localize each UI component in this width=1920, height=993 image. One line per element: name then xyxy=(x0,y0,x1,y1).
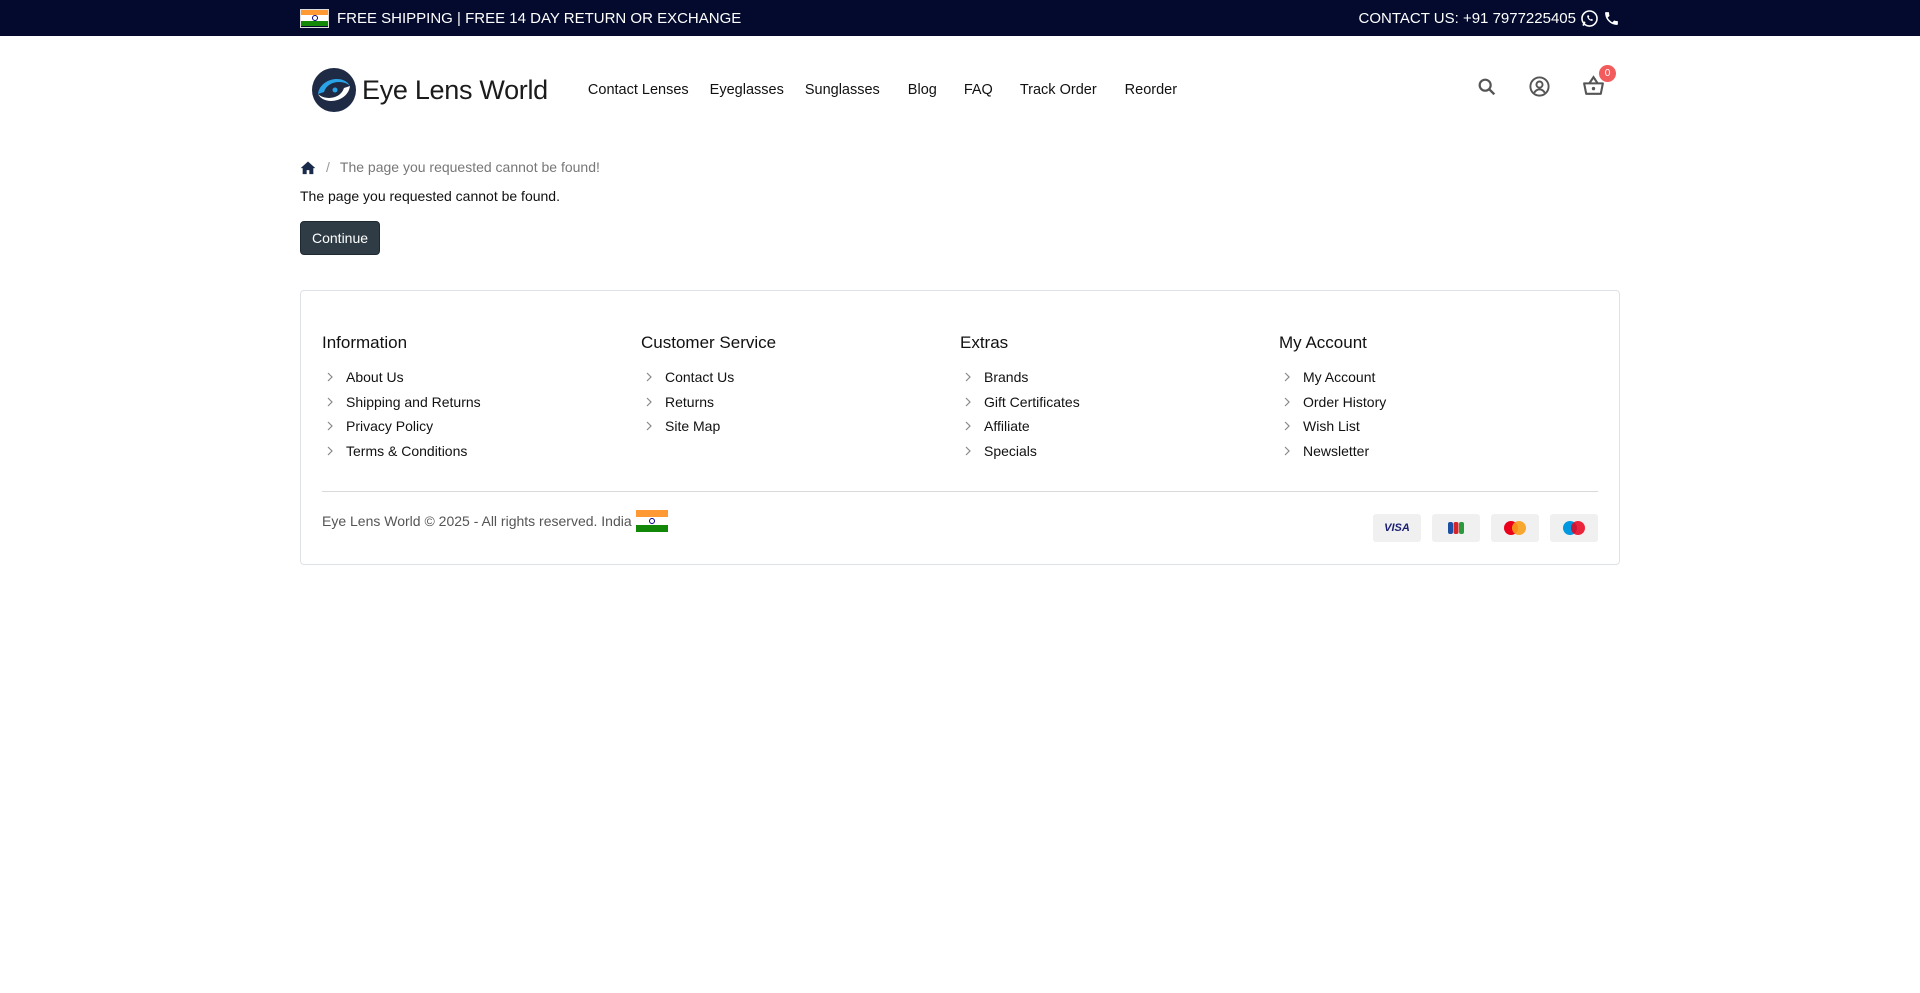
footer-link[interactable]: Order History xyxy=(1279,390,1598,415)
chevron-right-icon xyxy=(964,397,972,407)
footer-link[interactable]: Newsletter xyxy=(1279,439,1598,464)
nav-faq[interactable]: FAQ xyxy=(964,82,993,98)
footer-link[interactable]: My Account xyxy=(1279,365,1598,390)
chevron-right-icon xyxy=(964,446,972,456)
footer-link[interactable]: Terms & Conditions xyxy=(322,439,641,464)
footer-link[interactable]: Gift Certificates xyxy=(960,390,1279,415)
header-actions: 0 xyxy=(1446,65,1616,99)
footer-link-label[interactable]: Privacy Policy xyxy=(346,418,433,434)
india-flag-icon xyxy=(635,510,668,532)
chevron-right-icon xyxy=(326,397,334,407)
shipping-notice: FREE SHIPPING | FREE 14 DAY RETURN OR EX… xyxy=(300,8,742,28)
jcb-icon xyxy=(1432,514,1480,542)
contact-info: CONTACT US: +91 7977225405 xyxy=(1359,9,1621,28)
footer-column-extras: Extras Brands Gift Certificates Affiliat… xyxy=(960,333,1279,463)
main-nav: Contact Lenses Eyeglasses Sunglasses Blo… xyxy=(588,82,1198,98)
nav-blog[interactable]: Blog xyxy=(908,82,937,98)
footer-link[interactable]: Site Map xyxy=(641,414,960,439)
footer-link[interactable]: Shipping and Returns xyxy=(322,390,641,415)
footer-link-label[interactable]: Affiliate xyxy=(984,418,1030,434)
footer-link-label[interactable]: Contact Us xyxy=(665,369,734,385)
footer-link-label[interactable]: Site Map xyxy=(665,418,720,434)
footer-column-title: Information xyxy=(322,333,408,352)
breadcrumb-separator: / xyxy=(326,159,330,175)
footer-divider xyxy=(322,491,1598,492)
chevron-right-icon xyxy=(1283,397,1291,407)
phone-icon[interactable] xyxy=(1603,10,1620,27)
footer-link[interactable]: Affiliate xyxy=(960,414,1279,439)
visa-icon: VISA xyxy=(1373,514,1421,542)
footer-link-label[interactable]: My Account xyxy=(1303,369,1375,385)
continue-button[interactable]: Continue xyxy=(300,221,381,255)
nav-contact-lenses[interactable]: Contact Lenses xyxy=(588,82,689,98)
not-found-message: The page you requested cannot be found. xyxy=(300,188,560,204)
footer-link-label[interactable]: Shipping and Returns xyxy=(346,394,481,410)
footer-link-label[interactable]: Gift Certificates xyxy=(984,394,1080,410)
footer-link-label[interactable]: Brands xyxy=(984,369,1028,385)
chevron-right-icon xyxy=(964,372,972,382)
india-flag-icon xyxy=(300,8,329,28)
mastercard-icon xyxy=(1491,514,1539,542)
chevron-right-icon xyxy=(1283,421,1291,431)
breadcrumb: / The page you requested cannot be found… xyxy=(300,144,1620,178)
chevron-right-icon xyxy=(645,372,653,382)
nav-eyeglasses[interactable]: Eyeglasses xyxy=(710,82,784,98)
main-content: / The page you requested cannot be found… xyxy=(300,144,1620,255)
site-header: Eye Lens World Contact Lenses Eyeglasses… xyxy=(300,36,1620,144)
search-icon xyxy=(1478,78,1496,95)
footer-link[interactable]: Brands xyxy=(960,365,1279,390)
chevron-right-icon xyxy=(964,421,972,431)
top-announcement-bar: FREE SHIPPING | FREE 14 DAY RETURN OR EX… xyxy=(0,0,1920,36)
nav-sunglasses[interactable]: Sunglasses xyxy=(805,82,880,98)
maestro-icon xyxy=(1550,514,1598,542)
footer-link[interactable]: Specials xyxy=(960,439,1279,464)
nav-reorder[interactable]: Reorder xyxy=(1125,82,1177,98)
chevron-right-icon xyxy=(326,446,334,456)
footer-link-label[interactable]: Specials xyxy=(984,443,1037,459)
site-logo[interactable]: Eye Lens World xyxy=(310,66,548,114)
footer-link[interactable]: About Us xyxy=(322,365,641,390)
copyright-text: Eye Lens World © 2025 - All rights reser… xyxy=(322,513,632,529)
footer-link[interactable]: Wish List xyxy=(1279,414,1598,439)
chevron-right-icon xyxy=(645,421,653,431)
footer-link-label[interactable]: About Us xyxy=(346,369,404,385)
chevron-right-icon xyxy=(326,372,334,382)
footer-link-label[interactable]: Order History xyxy=(1303,394,1386,410)
footer-link[interactable]: Returns xyxy=(641,390,960,415)
footer-link-label[interactable]: Returns xyxy=(665,394,714,410)
footer-column-title: Customer Service xyxy=(641,333,777,352)
footer-column-title: My Account xyxy=(1279,333,1367,352)
cart-button[interactable]: 0 xyxy=(1581,65,1616,99)
footer-link-label[interactable]: Wish List xyxy=(1303,418,1360,434)
footer-column-customer-service: Customer Service Contact Us Returns Site… xyxy=(641,333,960,463)
home-icon[interactable] xyxy=(300,160,316,175)
nav-track-order[interactable]: Track Order xyxy=(1020,82,1097,98)
footer-column-information: Information About Us Shipping and Return… xyxy=(322,333,641,463)
account-button[interactable] xyxy=(1528,75,1551,98)
cart-count-badge: 0 xyxy=(1599,65,1616,82)
breadcrumb-current[interactable]: The page you requested cannot be found! xyxy=(340,159,600,175)
chevron-right-icon xyxy=(326,421,334,431)
chevron-right-icon xyxy=(645,397,653,407)
footer-link[interactable]: Contact Us xyxy=(641,365,960,390)
footer-column-my-account: My Account My Account Order History Wish… xyxy=(1279,333,1598,463)
shipping-text: FREE SHIPPING | FREE 14 DAY RETURN OR EX… xyxy=(337,9,742,27)
logo-text: Eye Lens World xyxy=(362,74,548,105)
copyright: Eye Lens World © 2025 - All rights reser… xyxy=(322,510,668,532)
footer-link[interactable]: Privacy Policy xyxy=(322,414,641,439)
search-button[interactable] xyxy=(1476,76,1498,98)
chevron-right-icon xyxy=(1283,372,1291,382)
whatsapp-icon[interactable] xyxy=(1580,9,1599,28)
contact-text[interactable]: CONTACT US: +91 7977225405 xyxy=(1359,10,1577,27)
eye-logo-icon xyxy=(312,68,356,112)
user-icon xyxy=(1529,76,1550,97)
site-footer: Information About Us Shipping and Return… xyxy=(300,290,1620,565)
footer-link-label[interactable]: Newsletter xyxy=(1303,443,1369,459)
payment-methods: VISA xyxy=(1362,514,1598,542)
chevron-right-icon xyxy=(1283,446,1291,456)
footer-column-title: Extras xyxy=(960,333,1009,352)
footer-link-label[interactable]: Terms & Conditions xyxy=(346,443,467,459)
